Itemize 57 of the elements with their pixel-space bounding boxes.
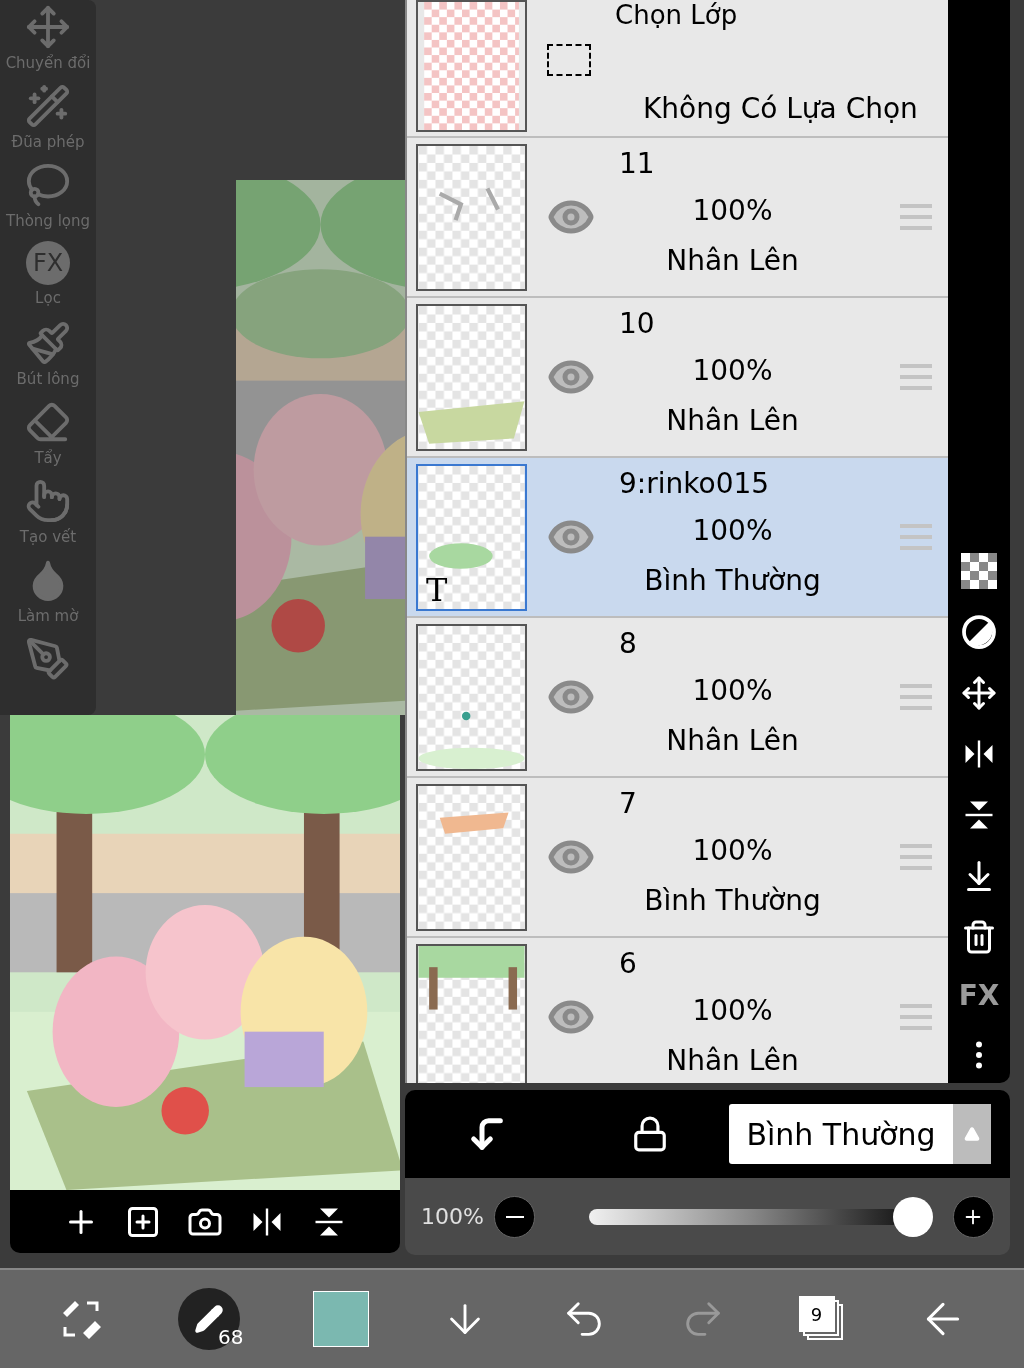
lasso-icon[interactable] [25, 162, 71, 208]
layer-opacity: 100% [692, 353, 773, 389]
layer-opacity: 100% [692, 673, 773, 709]
layer-row[interactable]: T 9:rinko015 100% Bình Thường [407, 458, 948, 618]
tool-label: Tạo vết [19, 527, 77, 548]
layer-name: 6 [619, 946, 638, 982]
blend-mode: Nhân Lên [666, 723, 799, 759]
drag-handle[interactable] [900, 524, 932, 550]
blend-mode-dropdown[interactable]: Bình Thường [729, 1104, 991, 1164]
drag-handle[interactable] [900, 684, 932, 710]
opacity-reading: 100% [421, 1203, 484, 1231]
drag-handle[interactable] [900, 364, 932, 390]
magic-wand-icon[interactable] [25, 83, 71, 129]
tool-label: Làm mờ [17, 606, 79, 627]
blend-mode: Bình Thường [644, 563, 821, 599]
selection-icon [547, 44, 591, 76]
tool-label: Bút lông [16, 369, 80, 390]
text-layer-mark: T [426, 572, 448, 607]
layer-name: 7 [619, 786, 638, 822]
blend-mode: Nhân Lên [666, 1043, 799, 1079]
move-icon[interactable] [961, 675, 997, 711]
tool-label: Tẩy [34, 448, 62, 469]
selection-status: Không Có Lựa Chọn [643, 91, 919, 127]
tool-label: Lọc [35, 288, 61, 309]
alpha-lock-icon[interactable] [631, 1115, 669, 1153]
tool-label: Chuyển đổi [5, 53, 91, 74]
blend-mode: Nhân Lên [666, 403, 799, 439]
hand-icon[interactable] [25, 478, 71, 524]
half-circle-icon[interactable] [961, 614, 997, 650]
blend-mode: Bình Thường [644, 883, 821, 919]
caret-icon[interactable] [964, 1126, 980, 1142]
decrease-button[interactable] [493, 1195, 536, 1238]
drag-handle[interactable] [900, 844, 932, 870]
minus-icon [505, 1215, 524, 1218]
increase-button[interactable] [952, 1195, 994, 1238]
layer-name: 11 [619, 146, 656, 182]
tool-label: Đũa phép [11, 132, 85, 153]
slider-thumb[interactable] [892, 1196, 933, 1237]
layer-name: 8 [619, 626, 638, 662]
brush-icon[interactable] [25, 320, 71, 366]
fx-button[interactable]: FX [958, 980, 1000, 1012]
pen-icon[interactable] [25, 636, 71, 682]
trash-icon[interactable] [961, 919, 997, 955]
brush-size-button[interactable]: 68 [177, 1288, 240, 1350]
color-swatch[interactable] [312, 1291, 369, 1347]
layer-opacity: 100% [692, 993, 773, 1029]
layer-opacity: 100% [692, 193, 773, 229]
layer-opacity: 100% [692, 513, 773, 549]
checkerboard-icon[interactable] [961, 553, 997, 589]
layer-title: Chọn Lớp [615, 0, 739, 30]
blend-mode: Nhân Lên [666, 243, 799, 279]
tool-label: Thòng lọng [6, 211, 90, 232]
layer-name: 10 [619, 306, 656, 342]
layer-opacity: 100% [692, 833, 773, 869]
layer-name: 9:rinko015 [619, 466, 771, 502]
drag-handle[interactable] [900, 204, 932, 230]
drag-handle[interactable] [900, 1004, 932, 1030]
